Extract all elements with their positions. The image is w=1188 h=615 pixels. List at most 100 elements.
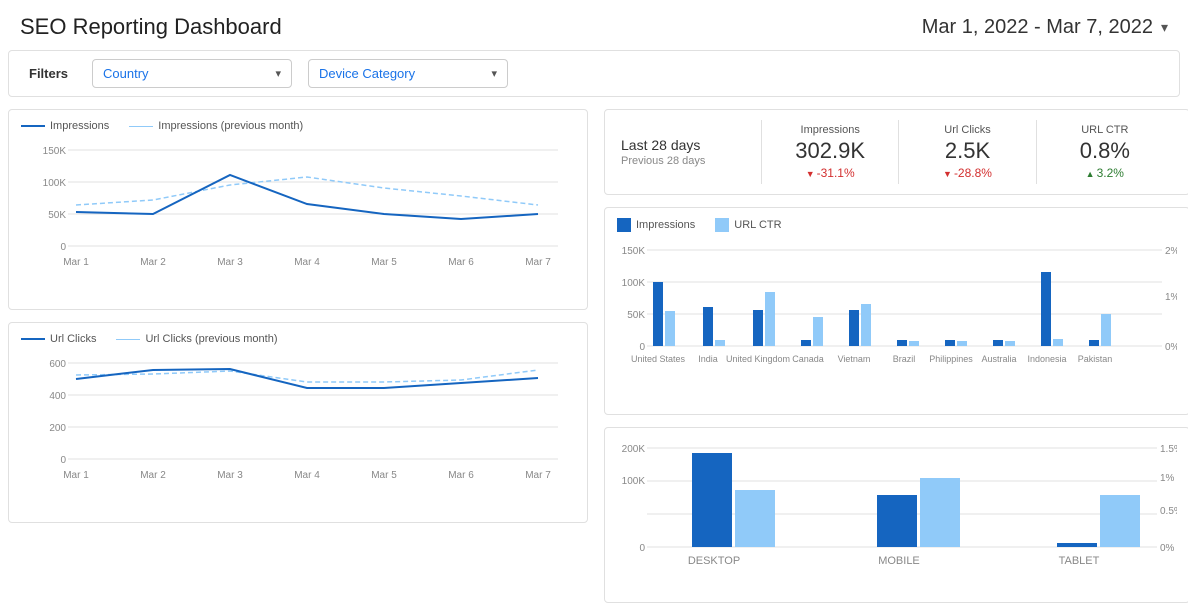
- bar-indonesia-impressions: [1041, 272, 1051, 346]
- url-clicks-stat: Url Clicks 2.5K -28.8%: [898, 120, 1035, 184]
- svg-text:Mar 5: Mar 5: [371, 257, 397, 268]
- svg-text:200K: 200K: [622, 444, 646, 455]
- impressions-bar-icon: [617, 218, 631, 232]
- page-header: SEO Reporting Dashboard Mar 1, 2022 - Ma…: [0, 0, 1188, 50]
- bar-tablet-ctr: [1100, 495, 1140, 547]
- svg-text:0: 0: [60, 242, 66, 253]
- svg-text:Mar 2: Mar 2: [140, 257, 166, 268]
- bar-philippines-ctr: [957, 341, 967, 346]
- right-panel: Last 28 days Previous 28 days Impression…: [588, 109, 1188, 615]
- impressions-svg: 150K 100K 50K 0 Mar 1 Mar 2 Mar 3 Mar 4 …: [21, 140, 575, 300]
- svg-text:0%: 0%: [1165, 342, 1177, 353]
- country-legend: Impressions URL CTR: [617, 218, 1177, 232]
- svg-text:Mar 3: Mar 3: [217, 257, 243, 268]
- svg-text:United Kingdom: United Kingdom: [726, 354, 790, 364]
- legend-url-clicks-prev: Url Clicks (previous month): [116, 333, 277, 345]
- url-clicks-down-icon: [943, 166, 954, 180]
- legend-url-ctr-bar: URL CTR: [715, 218, 781, 232]
- svg-text:400: 400: [49, 391, 66, 402]
- svg-text:1%: 1%: [1165, 292, 1177, 303]
- svg-text:0: 0: [639, 342, 645, 353]
- svg-text:Australia: Australia: [981, 354, 1016, 364]
- bar-mobile-ctr: [920, 478, 960, 547]
- impressions-stat-label: Impressions: [778, 124, 882, 136]
- legend-impressions-prev: Impressions (previous month): [129, 120, 303, 132]
- impressions-stat: Impressions 302.9K -31.1%: [761, 120, 898, 184]
- stats-box: Last 28 days Previous 28 days Impression…: [604, 109, 1188, 195]
- bar-brazil-ctr: [909, 341, 919, 346]
- svg-text:Vietnam: Vietnam: [838, 354, 871, 364]
- svg-text:100K: 100K: [622, 476, 646, 487]
- bar-india-impressions: [703, 307, 713, 346]
- url-ctr-stat: URL CTR 0.8% 3.2%: [1036, 120, 1173, 184]
- url-ctr-up-icon: [1086, 166, 1097, 180]
- url-clicks-line-icon: [21, 338, 45, 340]
- svg-text:100K: 100K: [622, 278, 646, 289]
- bar-vietnam-ctr: [861, 304, 871, 346]
- date-range[interactable]: Mar 1, 2022 - Mar 7, 2022 ▾: [922, 16, 1168, 39]
- bar-mobile-impressions: [877, 495, 917, 547]
- svg-text:Mar 2: Mar 2: [140, 470, 166, 481]
- url-clicks-prev-line-icon: [116, 339, 140, 340]
- bar-indonesia-ctr: [1053, 339, 1063, 346]
- bar-india-ctr: [715, 340, 725, 346]
- bar-us-ctr: [665, 311, 675, 346]
- impressions-prev-legend-label: Impressions (previous month): [158, 120, 303, 132]
- svg-text:200: 200: [49, 423, 66, 434]
- bar-vietnam-impressions: [849, 310, 859, 346]
- bar-tablet-impressions: [1057, 543, 1097, 547]
- page-title: SEO Reporting Dashboard: [20, 14, 282, 40]
- url-clicks-svg: 600 400 200 0 Mar 1 Mar 2 Mar 3 Mar 4 Ma…: [21, 353, 575, 513]
- bar-us-impressions: [653, 282, 663, 346]
- device-filter[interactable]: Device Category ▾: [308, 59, 508, 88]
- bar-pakistan-impressions: [1089, 340, 1099, 346]
- impressions-stat-value: 302.9K: [778, 138, 882, 164]
- url-ctr-bar-icon: [715, 218, 729, 232]
- svg-text:MOBILE: MOBILE: [878, 555, 920, 567]
- country-filter[interactable]: Country ▾: [92, 59, 292, 88]
- svg-text:150K: 150K: [43, 146, 67, 157]
- svg-text:United States: United States: [631, 354, 686, 364]
- impressions-chart: Impressions Impressions (previous month)…: [8, 109, 588, 310]
- bar-australia-ctr: [1005, 341, 1015, 346]
- url-clicks-prev-legend-label: Url Clicks (previous month): [145, 333, 277, 345]
- country-chart: Impressions URL CTR 150K 100K 50K 0: [604, 207, 1188, 415]
- legend-url-clicks: Url Clicks: [21, 333, 96, 345]
- svg-text:Mar 6: Mar 6: [448, 257, 474, 268]
- impressions-stat-change: -31.1%: [778, 166, 882, 180]
- bar-uk-impressions: [753, 310, 763, 346]
- url-ctr-stat-change: 3.2%: [1053, 166, 1157, 180]
- main-content: Impressions Impressions (previous month)…: [0, 109, 1188, 615]
- impressions-line-icon: [21, 125, 45, 127]
- url-ctr-stat-label: URL CTR: [1053, 124, 1157, 136]
- svg-text:50K: 50K: [627, 310, 645, 321]
- stats-period-main: Last 28 days: [621, 137, 761, 153]
- bar-canada-impressions: [801, 340, 811, 346]
- bar-desktop-impressions: [692, 453, 732, 547]
- date-range-text: Mar 1, 2022 - Mar 7, 2022: [922, 16, 1153, 39]
- url-clicks-legend-label: Url Clicks: [50, 333, 96, 345]
- svg-text:Mar 4: Mar 4: [294, 257, 320, 268]
- url-ctr-stat-value: 0.8%: [1053, 138, 1157, 164]
- impressions-prev-line-icon: [129, 126, 153, 127]
- impressions-bar-label: Impressions: [636, 219, 695, 231]
- country-svg: 150K 100K 50K 0 2% 1% 0%: [617, 240, 1177, 405]
- svg-text:0: 0: [639, 543, 645, 554]
- bar-pakistan-ctr: [1101, 314, 1111, 346]
- device-svg: 200K 100K 0 1.5% 1% 0.5% 0% DESKTOP: [617, 438, 1177, 593]
- svg-text:Canada: Canada: [792, 354, 824, 364]
- bar-brazil-impressions: [897, 340, 907, 346]
- url-clicks-chart: Url Clicks Url Clicks (previous month) 6…: [8, 322, 588, 523]
- svg-text:0: 0: [60, 455, 66, 466]
- stats-period: Last 28 days Previous 28 days: [621, 137, 761, 167]
- svg-text:50K: 50K: [48, 210, 66, 221]
- filters-bar: Filters Country ▾ Device Category ▾: [8, 50, 1180, 97]
- url-ctr-bar-label: URL CTR: [734, 219, 781, 231]
- svg-text:Indonesia: Indonesia: [1027, 354, 1066, 364]
- url-clicks-stat-change: -28.8%: [915, 166, 1019, 180]
- svg-text:Mar 7: Mar 7: [525, 257, 551, 268]
- impressions-legend-label: Impressions: [50, 120, 109, 132]
- bar-desktop-ctr: [735, 490, 775, 547]
- svg-text:Philippines: Philippines: [929, 354, 973, 364]
- url-clicks-stat-label: Url Clicks: [915, 124, 1019, 136]
